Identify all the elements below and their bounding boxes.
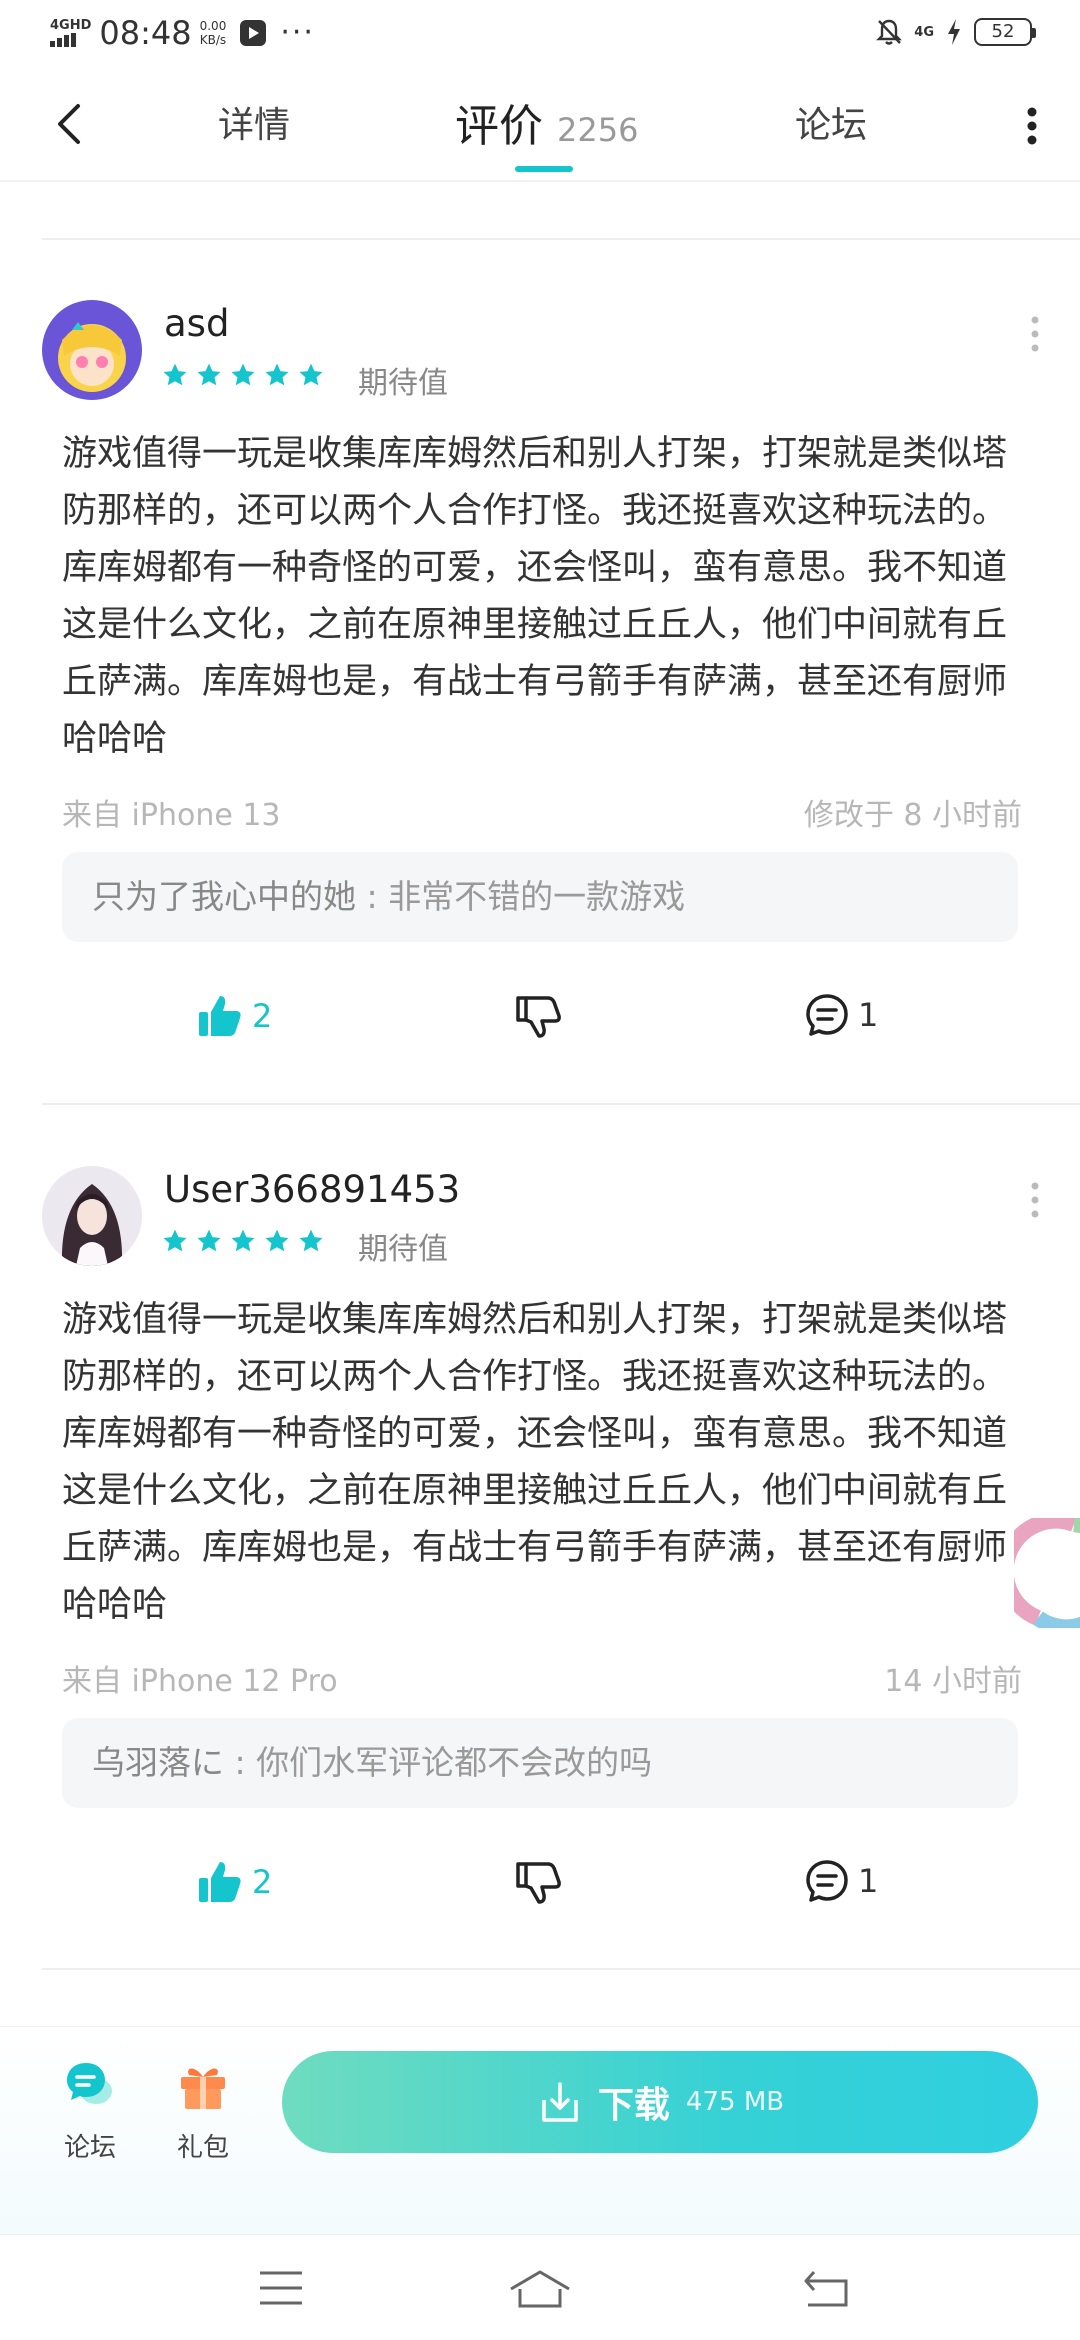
- divider: [42, 1103, 1080, 1105]
- thumbs-up-icon: [199, 1862, 241, 1902]
- tab-reviews[interactable]: 评价 2256: [455, 90, 638, 154]
- more-vertical-icon[interactable]: [1026, 106, 1038, 146]
- comment-icon: [806, 994, 848, 1036]
- bell-muted-icon: [876, 19, 903, 45]
- star-icon: [299, 1229, 323, 1252]
- charging-icon: [948, 19, 960, 45]
- floating-assistant-icon[interactable]: [1014, 1518, 1080, 1628]
- network-type: 4GHD: [50, 18, 92, 33]
- thumbs-down-icon: [516, 996, 561, 1038]
- star-icon: [197, 1229, 221, 1252]
- battery-icon: 52: [974, 18, 1036, 46]
- top-nav: 详情 评价 2256 论坛: [0, 70, 1080, 182]
- status-bar: 4GHD 08:48 0.00 KB/s ··· 4G 52: [0, 0, 1080, 70]
- review-time: 修改于 8 小时前: [803, 798, 1022, 833]
- star-icon: [299, 363, 323, 386]
- review-actions: 2 1: [0, 992, 1080, 1052]
- reply-author: 乌羽落に: [92, 1743, 224, 1782]
- comment-icon: [806, 1860, 848, 1902]
- comment-button[interactable]: 1: [804, 1858, 878, 1904]
- divider: [42, 238, 1080, 240]
- status-time: 08:48: [99, 14, 192, 52]
- network-4g: 4G: [914, 24, 934, 40]
- like-button[interactable]: 2: [196, 1858, 272, 1906]
- signal-icon: 4GHD: [50, 19, 91, 47]
- rating-label: 期待值: [358, 1232, 448, 1267]
- download-icon: [542, 2082, 578, 2122]
- comment-button[interactable]: 1: [804, 992, 878, 1038]
- like-button[interactable]: 2: [196, 992, 272, 1040]
- forum-label: 论坛: [63, 2133, 116, 2163]
- more-vertical-icon[interactable]: [1030, 1180, 1040, 1220]
- reply-separator: :: [356, 877, 389, 916]
- star-icon: [265, 363, 289, 386]
- network-speed: 0.00 KB/s: [200, 19, 227, 47]
- review-device: 来自 iPhone 12 Pro: [62, 1664, 338, 1699]
- tab-forum[interactable]: 论坛: [795, 96, 867, 148]
- gift-label: 礼包: [176, 2133, 229, 2163]
- forum-button[interactable]: 论坛: [50, 2057, 130, 2164]
- gift-button[interactable]: 礼包: [163, 2057, 243, 2164]
- star-icon: [163, 1229, 187, 1252]
- like-count: 2: [252, 1863, 273, 1901]
- username[interactable]: asd: [164, 302, 229, 345]
- star-icon: [231, 1229, 255, 1252]
- more-vertical-icon[interactable]: [1030, 314, 1040, 354]
- review-card: asd 期待值 游戏值得一玩是收集库库姆然后和别人打架，打架就是类似塔防那样的，…: [0, 300, 1080, 1100]
- rating-label: 期待值: [358, 366, 448, 401]
- back-arrow-icon[interactable]: [52, 102, 88, 146]
- gift-icon: [181, 2068, 225, 2109]
- review-meta: 来自 iPhone 12 Pro 14 小时前: [62, 1656, 1022, 1700]
- reply-text: 非常不错的一款游戏: [388, 877, 686, 916]
- comment-count: 1: [858, 1862, 879, 1900]
- review-card: User366891453 期待值 游戏值得一玩是收集库库姆然后和别人打架，打架…: [0, 1166, 1080, 1966]
- system-navigation-bar: [0, 2234, 1080, 2340]
- star-icon: [265, 1229, 289, 1252]
- menu-icon[interactable]: [258, 2269, 304, 2307]
- reply-preview[interactable]: 只为了我心中的她 : 非常不错的一款游戏: [62, 852, 1018, 942]
- media-app-icon: [240, 20, 267, 46]
- star-rating: [162, 362, 332, 388]
- avatar[interactable]: [42, 1166, 142, 1266]
- download-size: 475 MB: [685, 2087, 785, 2117]
- thumbs-up-icon: [199, 996, 241, 1036]
- review-time: 14 小时前: [884, 1664, 1022, 1699]
- dislike-button[interactable]: [514, 1858, 564, 1906]
- star-icon: [163, 363, 187, 386]
- bottom-action-bar: 论坛 礼包 下载 475 MB: [0, 2026, 1080, 2234]
- reply-text: 你们水军评论都不会改的吗: [256, 1743, 653, 1782]
- review-content[interactable]: 游戏值得一玩是收集库库姆然后和别人打架，打架就是类似塔防那样的，还可以两个人合作…: [62, 1292, 1026, 1634]
- dislike-button[interactable]: [514, 992, 564, 1040]
- username[interactable]: User366891453: [164, 1168, 460, 1211]
- star-icon: [197, 363, 221, 386]
- forum-chat-icon: [67, 2063, 112, 2104]
- speed-value: 0.00: [199, 19, 227, 33]
- back-icon[interactable]: [802, 2269, 850, 2309]
- more-notifications-icon: ···: [280, 15, 315, 50]
- star-icon: [231, 363, 255, 386]
- thumbs-down-icon: [516, 1862, 561, 1904]
- home-icon[interactable]: [508, 2269, 572, 2309]
- tab-reviews-label: 评价: [455, 101, 543, 152]
- speed-unit: KB/s: [199, 33, 227, 47]
- reply-preview[interactable]: 乌羽落に : 你们水军评论都不会改的吗: [62, 1718, 1018, 1808]
- reply-separator: :: [224, 1743, 257, 1782]
- reply-author: 只为了我心中的她: [92, 877, 356, 916]
- comment-count: 1: [858, 996, 879, 1034]
- review-count: 2256: [557, 111, 639, 149]
- download-label: 下载: [597, 2085, 670, 2126]
- star-rating: [162, 1228, 332, 1254]
- review-content[interactable]: 游戏值得一玩是收集库库姆然后和别人打架，打架就是类似塔防那样的，还可以两个人合作…: [62, 426, 1026, 768]
- review-actions: 2 1: [0, 1858, 1080, 1918]
- download-button[interactable]: 下载 475 MB: [282, 2051, 1038, 2153]
- like-count: 2: [252, 997, 273, 1035]
- active-tab-indicator: [515, 166, 573, 172]
- tab-details[interactable]: 详情: [218, 96, 290, 148]
- review-meta: 来自 iPhone 13 修改于 8 小时前: [62, 790, 1022, 834]
- avatar[interactable]: [42, 300, 142, 400]
- divider: [42, 1968, 1080, 1970]
- review-device: 来自 iPhone 13: [62, 798, 281, 833]
